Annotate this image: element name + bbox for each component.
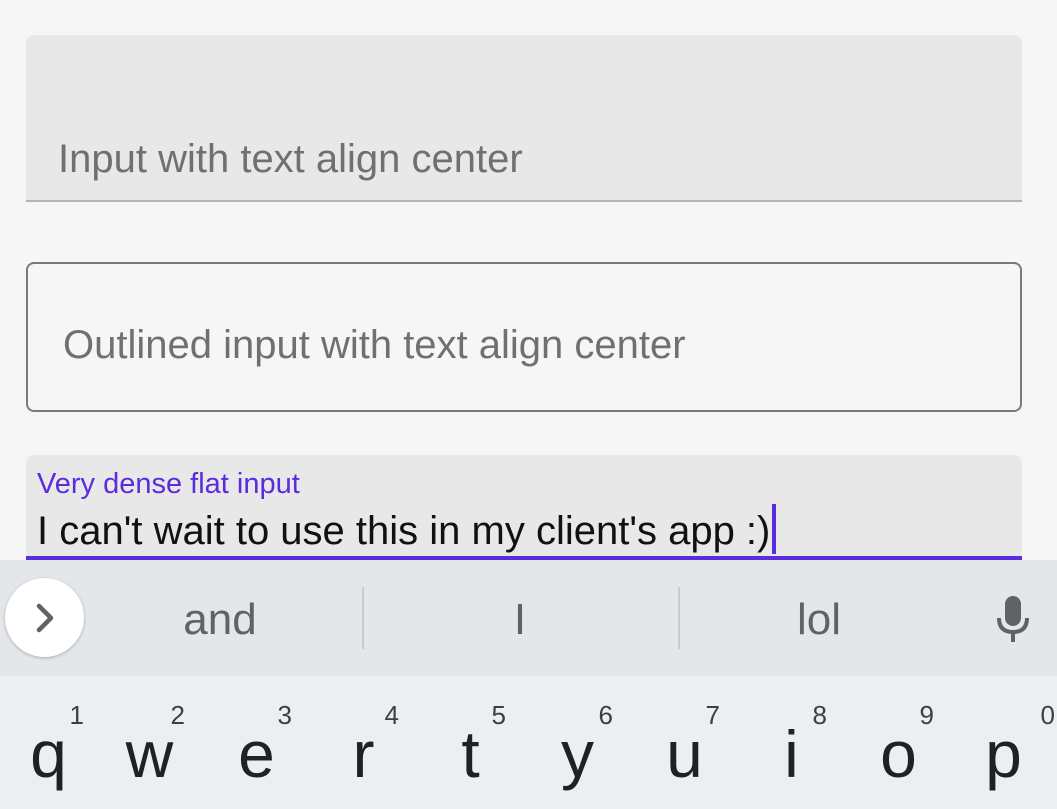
voice-input-button[interactable] — [988, 590, 1038, 650]
suggestion-3[interactable]: lol — [719, 590, 919, 650]
dense-input-value: I can't wait to use this in my client's … — [37, 509, 771, 553]
flat-input[interactable]: Input with text align center — [26, 35, 1022, 202]
text-caret — [772, 504, 777, 554]
key-letter: t — [461, 717, 480, 791]
suggestion-2[interactable]: I — [420, 590, 620, 650]
key-p[interactable]: 0 p — [950, 676, 1057, 809]
dense-input-value-line: I can't wait to use this in my client's … — [37, 504, 777, 554]
key-o[interactable]: 9 o — [845, 676, 952, 809]
suggestion-divider — [678, 587, 680, 649]
keyboard-expand-button[interactable] — [5, 578, 84, 657]
microphone-icon — [997, 596, 1029, 642]
key-letter: q — [30, 717, 67, 791]
key-q[interactable]: 1 q — [0, 676, 102, 809]
key-t[interactable]: 5 t — [417, 676, 524, 809]
key-letter: y — [561, 717, 594, 791]
outlined-input-placeholder: Outlined input with text align center — [63, 323, 686, 367]
key-e[interactable]: 3 e — [203, 676, 310, 809]
key-letter: o — [880, 717, 917, 791]
suggestion-1[interactable]: and — [120, 590, 320, 650]
key-letter: r — [352, 717, 375, 791]
outlined-input[interactable]: Outlined input with text align center — [26, 262, 1022, 412]
keyboard-suggestion-strip: and I lol — [0, 560, 1057, 676]
dense-flat-input[interactable]: Very dense flat input I can't wait to us… — [26, 455, 1022, 560]
flat-input-placeholder: Input with text align center — [58, 137, 523, 181]
suggestion-divider — [362, 587, 364, 649]
key-letter: p — [985, 717, 1022, 791]
screen: Input with text align center Outlined in… — [0, 0, 1057, 809]
key-i[interactable]: 8 i — [738, 676, 845, 809]
key-letter: i — [784, 717, 799, 791]
key-u[interactable]: 7 u — [631, 676, 738, 809]
key-w[interactable]: 2 w — [96, 676, 203, 809]
dense-input-label: Very dense flat input — [37, 468, 300, 500]
key-letter: e — [238, 717, 275, 791]
keyboard-top-row: 1 q 2 w 3 e 4 r 5 t 6 y 7 u 8 i 9 o 0 p — [0, 676, 1057, 809]
key-y[interactable]: 6 y — [524, 676, 631, 809]
key-letter: u — [666, 717, 703, 791]
key-r[interactable]: 4 r — [310, 676, 417, 809]
key-letter: w — [125, 717, 174, 791]
chevron-right-icon — [36, 603, 53, 632]
